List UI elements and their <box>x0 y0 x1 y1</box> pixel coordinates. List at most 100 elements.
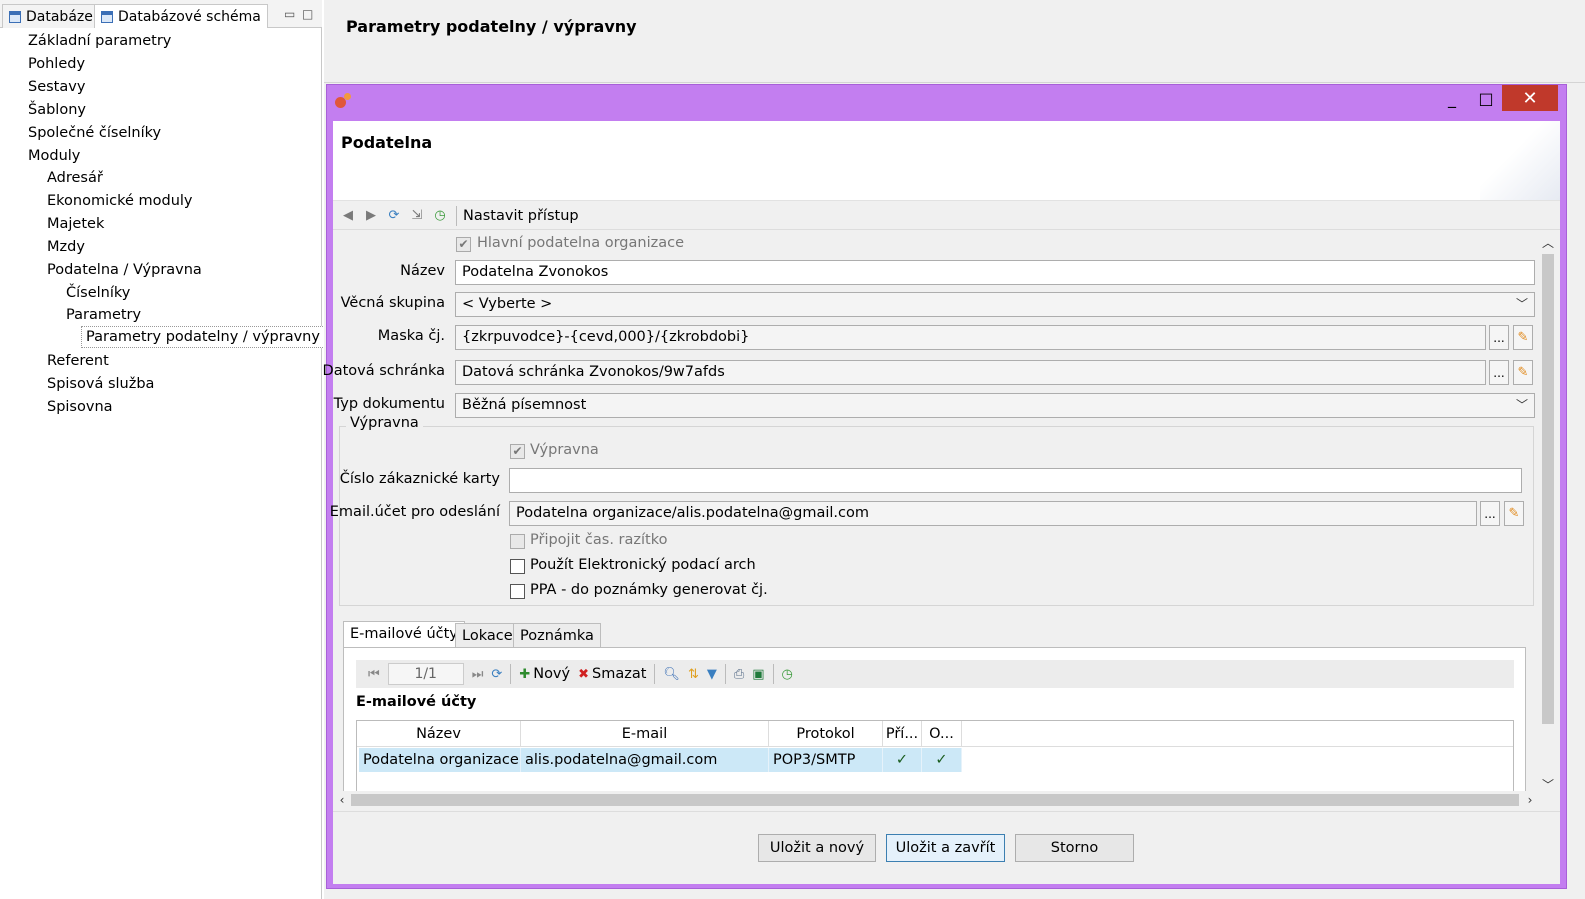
databox-field[interactable]: Datová schránka Zvonokos/9w7afds <box>455 360 1486 385</box>
refresh-icon[interactable]: ⟳ <box>385 207 403 225</box>
tree-item[interactable]: Moduly <box>24 145 84 167</box>
close-icon[interactable]: ✕ <box>1502 85 1558 111</box>
column-header-5[interactable]: O... <box>922 721 962 747</box>
ppa-checkbox[interactable] <box>510 584 525 599</box>
scroll-up-icon[interactable]: ︿ <box>1539 234 1557 252</box>
pencil-icon: ✎ <box>1508 506 1520 521</box>
mask-edit-button[interactable]: ✎ <box>1513 325 1533 350</box>
tab-poznamka[interactable]: Poznámka <box>513 623 601 649</box>
scroll-thumb[interactable] <box>1542 254 1554 724</box>
tree-item[interactable]: Mzdy <box>43 236 89 258</box>
timestamp-checkbox[interactable] <box>510 534 525 549</box>
scroll-left-icon[interactable]: ‹ <box>333 791 351 809</box>
app-logo-icon <box>335 93 355 109</box>
vypravna-legend: Výpravna <box>346 415 423 431</box>
save-close-button[interactable]: Uložit a zavřít <box>886 834 1005 862</box>
tree-item[interactable]: Sestavy <box>24 76 89 98</box>
filter-icon[interactable]: ▼ <box>707 667 717 682</box>
electronic-arch-checkbox[interactable] <box>510 559 525 574</box>
search-icon[interactable]: 🔍︎ <box>663 667 680 682</box>
main-org-checkbox[interactable]: ✔ <box>456 237 471 252</box>
refresh-icon[interactable]: ⟳ <box>491 667 502 682</box>
tree-item[interactable]: Spisová služba <box>43 373 158 395</box>
forward-arrow-icon[interactable]: ▶ <box>362 207 380 225</box>
scroll-thumb[interactable] <box>351 794 1519 806</box>
sort-icon[interactable]: ⇅ <box>688 667 699 682</box>
tab-databaze[interactable]: Databáze <box>2 4 100 28</box>
table-view-icon <box>9 10 21 23</box>
set-access-button[interactable]: Nastavit přístup <box>463 208 579 224</box>
maximize-icon[interactable]: □ <box>302 7 313 21</box>
vertical-scrollbar[interactable]: ︿ ﹀ <box>1539 234 1557 794</box>
cell-check-icon: ✓ <box>922 748 962 772</box>
tree-item[interactable]: Referent <box>43 350 113 372</box>
toolbar-separator <box>510 664 512 684</box>
column-header-protocol[interactable]: Protokol <box>769 721 883 747</box>
first-page-icon[interactable]: ⏮ <box>368 667 380 682</box>
chevron-down-icon: ﹀ <box>1515 398 1528 412</box>
grid-title: E-mailové účty <box>356 694 477 710</box>
tree-item[interactable]: Společné číselníky <box>24 122 165 144</box>
tab-databazove-schema[interactable]: Databázové schéma <box>94 4 268 28</box>
vypravna-checkbox-label: Výpravna <box>530 442 599 458</box>
main-org-label: Hlavní podatelna organizace <box>477 235 684 251</box>
mask-field[interactable]: {zkrpuvodce}-{cevd,000}/{zkrobdobi} <box>455 325 1486 350</box>
tree-item[interactable]: Podatelna / Výpravna <box>43 259 206 281</box>
tree-item[interactable]: Parametry <box>62 304 145 326</box>
toolbar-separator <box>654 664 656 684</box>
minimize-icon[interactable]: ▭ <box>284 7 295 21</box>
export-icon[interactable]: ⇲ <box>408 207 426 225</box>
doctype-select-value: Běžná písemnost <box>462 397 587 413</box>
tree-item[interactable]: Ekonomické moduly <box>43 190 197 212</box>
cancel-button[interactable]: Storno <box>1015 834 1134 862</box>
email-browse-button[interactable]: ... <box>1480 501 1500 526</box>
tree-item[interactable]: Majetek <box>43 213 108 235</box>
tree-item[interactable]: Adresář <box>43 167 107 189</box>
history-icon[interactable]: ◷ <box>782 667 793 682</box>
mask-browse-button[interactable]: ... <box>1489 325 1509 350</box>
tree-item[interactable]: Číselníky <box>62 282 134 304</box>
databox-edit-button[interactable]: ✎ <box>1513 360 1533 385</box>
history-icon[interactable]: ◷ <box>431 207 449 225</box>
tree-item-selected[interactable]: Parametry podatelny / výpravny <box>81 326 325 348</box>
minimize-icon[interactable]: _ <box>1435 85 1469 111</box>
back-arrow-icon[interactable]: ◀ <box>339 207 357 225</box>
pencil-icon: ✎ <box>1517 365 1529 380</box>
card-field[interactable] <box>509 468 1522 493</box>
databox-browse-button[interactable]: ... <box>1489 360 1509 385</box>
tree-item[interactable]: Základní parametry <box>24 30 175 52</box>
cell-email: alis.podatelna@gmail.com <box>521 748 769 772</box>
save-new-button[interactable]: Uložit a nový <box>758 834 876 862</box>
print-icon[interactable]: ⎙ <box>734 667 744 682</box>
delete-button[interactable]: ✖ Smazat <box>578 666 646 682</box>
tab-email-accounts[interactable]: E-mailové účty <box>343 621 465 649</box>
maximize-icon[interactable]: □ <box>1469 85 1503 111</box>
name-label: Název <box>400 263 445 279</box>
column-header-name[interactable]: Název <box>357 721 521 747</box>
column-header-email[interactable]: E-mail <box>521 721 769 747</box>
horizontal-scrollbar[interactable]: ‹ › <box>333 791 1539 809</box>
doctype-label: Typ dokumentu <box>333 396 445 412</box>
pager-field[interactable]: 1/1 <box>387 663 464 685</box>
email-edit-button[interactable]: ✎ <box>1504 501 1524 526</box>
scroll-right-icon[interactable]: › <box>1521 791 1539 809</box>
new-button[interactable]: ✚ Nový <box>519 666 570 682</box>
left-tab-bar: Databáze Databázové schéma ▭ □ <box>0 0 322 28</box>
excel-export-icon[interactable]: ▣ <box>752 667 764 682</box>
last-page-icon[interactable]: ⏭ <box>472 667 484 682</box>
group-select[interactable]: < Vyberte > ﹀ <box>455 292 1535 317</box>
form-header: Podatelna <box>333 121 1560 201</box>
scroll-down-icon[interactable]: ﹀ <box>1539 776 1557 794</box>
tree-item[interactable]: Šablony <box>24 99 90 121</box>
tab-lokace[interactable]: Lokace <box>455 623 520 649</box>
mask-label: Maska čj. <box>377 328 445 344</box>
doctype-select[interactable]: Běžná písemnost ﹀ <box>455 393 1535 418</box>
card-label: Číslo zákaznické karty <box>339 471 500 487</box>
email-account-field[interactable]: Podatelna organizace/alis.podatelna@gmai… <box>509 501 1477 526</box>
vypravna-checkbox[interactable]: ✔ <box>510 444 525 459</box>
name-field[interactable]: Podatelna Zvonokos <box>455 260 1535 285</box>
column-header-4[interactable]: Pří... <box>883 721 922 747</box>
tree-item[interactable]: Pohledy <box>24 53 89 75</box>
tree-item[interactable]: Spisovna <box>43 396 117 418</box>
cell-name: Podatelna organizace <box>359 748 521 772</box>
